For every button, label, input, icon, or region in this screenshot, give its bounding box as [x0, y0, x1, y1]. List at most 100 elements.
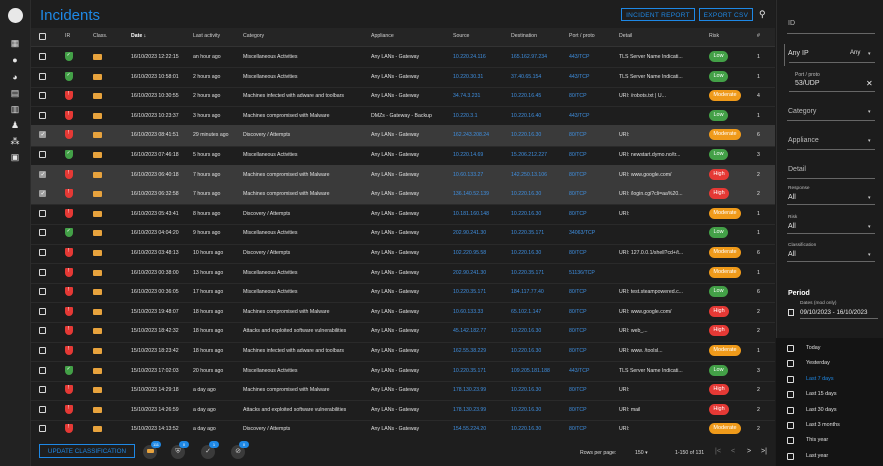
row-checkbox[interactable]: [39, 366, 46, 374]
last-page-icon[interactable]: >|: [761, 448, 767, 455]
table-row[interactable]: 15/10/2023 14:29:18 a day ago Machines com…: [31, 380, 775, 402]
quick-date-item[interactable]: Last 7 days: [776, 375, 883, 386]
calendar-icon: [787, 360, 794, 368]
report-icon[interactable]: ▥: [10, 104, 20, 114]
badge-count: 0: [179, 441, 189, 448]
col-category[interactable]: Category: [243, 33, 264, 39]
resolved-filter-button[interactable]: ✓ 1: [201, 441, 219, 459]
first-page-icon[interactable]: |<: [715, 448, 721, 455]
col-source[interactable]: Source: [453, 33, 469, 39]
table-row[interactable]: 16/10/2023 03:48:13 10 hours ago Discovery…: [31, 243, 775, 265]
port-filter-input[interactable]: 53/UDP: [795, 80, 820, 87]
col-ir[interactable]: IR: [65, 33, 70, 39]
quick-date-item[interactable]: Last 3 months: [776, 422, 883, 432]
table-row[interactable]: 16/10/2023 10:58:01 2 hours ago Miscellane…: [31, 67, 775, 88]
quick-date-item[interactable]: Today: [776, 345, 883, 355]
select-all-checkbox[interactable]: [39, 33, 46, 40]
table-row[interactable]: 15/10/2023 14:13:52 a day ago Discovery / …: [31, 419, 775, 441]
row-checkbox[interactable]: [39, 386, 46, 394]
incidents-icon[interactable]: ▣: [10, 152, 20, 162]
col-count[interactable]: #: [757, 33, 760, 39]
table-row[interactable]: 16/10/2023 06:32:58 7 hours ago Machines c…: [31, 184, 775, 206]
table-row[interactable]: 16/10/2023 08:41:51 29 minutes ago Discove…: [31, 125, 775, 147]
classification-filter-select[interactable]: All: [788, 251, 796, 258]
col-risk[interactable]: Risk: [709, 33, 719, 39]
row-checkbox[interactable]: [39, 288, 46, 296]
ip-scope-select[interactable]: Any: [850, 50, 860, 56]
update-classification-button[interactable]: UPDATE CLASSIFICATION: [39, 444, 135, 458]
clock-icon[interactable]: ●: [10, 55, 20, 65]
col-port[interactable]: Port / proto: [569, 33, 595, 39]
row-checkbox[interactable]: [39, 229, 46, 237]
row-checkbox[interactable]: [39, 209, 46, 217]
hidden-filter-button[interactable]: ⊘ 0: [231, 441, 249, 459]
col-detail[interactable]: Detail: [619, 33, 632, 39]
export-csv-button[interactable]: EXPORT CSV: [699, 8, 753, 21]
table-row[interactable]: 15/10/2023 19:48:07 18 hours ago Machines …: [31, 302, 775, 324]
table-row[interactable]: 16/10/2023 05:43:41 8 hours ago Discovery …: [31, 204, 775, 226]
class-filter-button[interactable]: 111: [143, 441, 161, 459]
row-checkbox[interactable]: [39, 307, 46, 315]
cell-port: 80/TCP: [569, 348, 587, 354]
document-icon[interactable]: ▤: [10, 88, 20, 98]
search-icon[interactable]: ⚲: [759, 9, 769, 19]
dashboard-icon[interactable]: ▦: [10, 38, 20, 48]
category-filter-label[interactable]: Category: [788, 108, 816, 115]
row-checkbox[interactable]: [39, 327, 46, 335]
col-last-activity[interactable]: Last activity: [193, 33, 220, 39]
dates-input[interactable]: 09/10/2023 - 16/10/2023: [800, 309, 880, 316]
risk-filter-select[interactable]: All: [788, 223, 796, 230]
id-filter-input[interactable]: [787, 33, 875, 34]
row-checkbox[interactable]: [39, 92, 46, 100]
col-class[interactable]: Class.: [93, 33, 107, 39]
quick-date-item[interactable]: Last 15 days: [776, 391, 883, 401]
class-icon: [93, 289, 102, 296]
rows-per-page-select[interactable]: 150 ▾: [635, 450, 648, 456]
row-checkbox[interactable]: [39, 53, 46, 60]
next-page-icon[interactable]: >: [747, 448, 751, 455]
col-appliance[interactable]: Appliance: [371, 33, 394, 39]
table-row[interactable]: 16/10/2023 04:04:20 9 hours ago Miscellane…: [31, 223, 775, 245]
table-row[interactable]: 15/10/2023 17:02:03 20 hours ago Miscellan…: [31, 361, 775, 382]
quick-date-item[interactable]: Last year: [776, 452, 883, 463]
chart-icon[interactable]: ◕: [10, 72, 20, 82]
cell-detail: URI: mail: [619, 406, 641, 413]
table-row[interactable]: 16/10/2023 06:40:18 7 hours ago Machines c…: [31, 164, 775, 186]
row-checkbox[interactable]: [39, 425, 46, 433]
row-checkbox[interactable]: [39, 170, 46, 178]
users-icon[interactable]: ♟: [10, 120, 20, 130]
row-checkbox[interactable]: [39, 151, 46, 158]
table-row[interactable]: 16/10/2023 12:22:15 an hour ago Miscellane…: [31, 47, 775, 69]
quick-date-item[interactable]: Yesterday: [776, 360, 883, 370]
row-checkbox[interactable]: [39, 405, 46, 413]
quick-date-item[interactable]: Last 30 days: [776, 406, 883, 417]
table-row[interactable]: 16/10/2023 00:36:05 17 hours ago Miscellan…: [31, 282, 775, 304]
network-icon[interactable]: ⁂: [10, 136, 20, 146]
table-row[interactable]: 16/10/2023 00:38:00 13 hours ago Miscellan…: [31, 263, 775, 284]
incident-report-button[interactable]: INCIDENT REPORT: [621, 8, 695, 21]
table-row[interactable]: 16/10/2023 07:46:18 5 hours ago Miscellane…: [31, 145, 775, 167]
table-row[interactable]: 16/10/2023 10:23:37 3 hours ago Machines c…: [31, 106, 775, 128]
col-date[interactable]: Date ↓: [131, 33, 146, 39]
table-row[interactable]: 15/10/2023 18:23:42 18 hours ago Machines …: [31, 341, 775, 363]
avatar[interactable]: [8, 8, 23, 23]
clear-icon[interactable]: ✕: [866, 79, 873, 88]
row-checkbox[interactable]: [39, 111, 46, 119]
appliance-filter-label[interactable]: Appliance: [788, 137, 819, 144]
table-row[interactable]: 16/10/2023 10:30:55 2 hours ago Machines i…: [31, 86, 775, 108]
detail-filter-label[interactable]: Detail: [788, 166, 806, 173]
ir-filter-button[interactable]: ⛨ 0: [171, 441, 189, 459]
row-checkbox[interactable]: [39, 249, 46, 256]
row-checkbox[interactable]: [39, 131, 46, 139]
row-checkbox[interactable]: [39, 190, 46, 198]
response-filter-select[interactable]: All: [788, 194, 796, 201]
row-checkbox[interactable]: [39, 347, 46, 354]
table-row[interactable]: 15/10/2023 14:26:59 a day ago Attacks and …: [31, 400, 775, 422]
row-checkbox[interactable]: [39, 72, 46, 80]
quick-date-item[interactable]: This year: [776, 437, 883, 447]
table-row[interactable]: 15/10/2023 18:42:32 18 hours ago Attacks a…: [31, 321, 775, 343]
col-destination[interactable]: Destination: [511, 33, 537, 39]
ip-filter-value[interactable]: Any IP: [788, 50, 809, 57]
row-checkbox[interactable]: [39, 268, 46, 276]
prev-page-icon[interactable]: <: [731, 448, 735, 455]
